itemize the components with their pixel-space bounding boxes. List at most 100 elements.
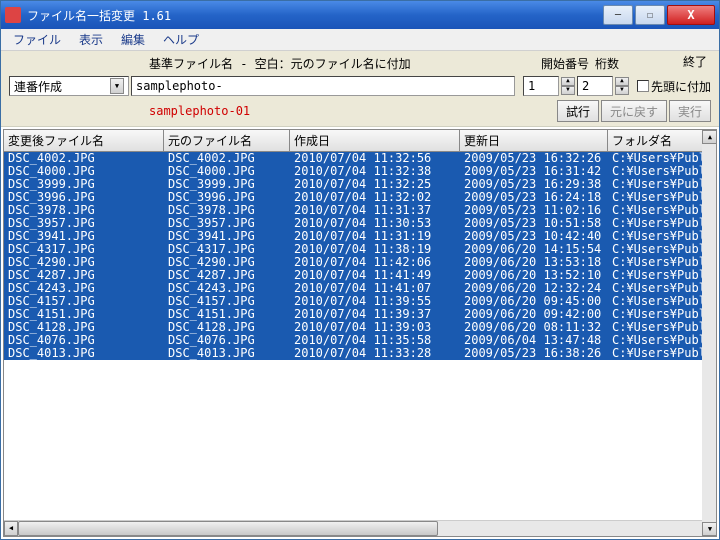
maximize-button[interactable]: ☐ [635, 5, 665, 25]
cell: DSC_4157.JPG [4, 295, 164, 308]
cell: C:¥Users¥Public [608, 230, 708, 243]
cell: C:¥Users¥Public [608, 282, 708, 295]
cell: DSC_3941.JPG [164, 230, 290, 243]
cell: 2009/05/23 16:24:18 [460, 191, 608, 204]
cell: DSC_4317.JPG [164, 243, 290, 256]
table-row[interactable]: DSC_3957.JPGDSC_3957.JPG2010/07/04 11:30… [4, 217, 716, 230]
table-row[interactable]: DSC_4287.JPGDSC_4287.JPG2010/07/04 11:41… [4, 269, 716, 282]
menu-file[interactable]: ファイル [5, 29, 69, 50]
chevron-down-icon[interactable]: ▼ [110, 78, 124, 94]
menu-help[interactable]: ヘルプ [155, 29, 207, 50]
menu-edit[interactable]: 編集 [113, 29, 153, 50]
cell: 2009/06/04 13:47:48 [460, 334, 608, 347]
table-row[interactable]: DSC_4157.JPGDSC_4157.JPG2010/07/04 11:39… [4, 295, 716, 308]
cell: DSC_4013.JPG [4, 347, 164, 360]
cell: C:¥Users¥Public [608, 191, 708, 204]
table-row[interactable]: DSC_4002.JPGDSC_4002.JPG2010/07/04 11:32… [4, 152, 716, 165]
table-row[interactable]: DSC_3941.JPGDSC_3941.JPG2010/07/04 11:31… [4, 230, 716, 243]
cell: 2010/07/04 11:32:38 [290, 165, 460, 178]
cell: 2009/06/20 14:15:54 [460, 243, 608, 256]
table-row[interactable]: DSC_4317.JPGDSC_4317.JPG2010/07/04 11:38… [4, 243, 716, 256]
close-button[interactable]: X [667, 5, 715, 25]
start-number-label: 開始番号 [541, 55, 589, 72]
prefix-checkbox[interactable]: 先頭に付加 [637, 78, 711, 95]
digits-label: 桁数 [595, 55, 619, 72]
cell: DSC_4243.JPG [4, 282, 164, 295]
cell: DSC_3957.JPG [4, 217, 164, 230]
table-body[interactable]: DSC_4002.JPGDSC_4002.JPG2010/07/04 11:32… [4, 152, 716, 520]
cell: C:¥Users¥Public [608, 295, 708, 308]
table-row[interactable]: DSC_3996.JPGDSC_3996.JPG2010/07/04 11:32… [4, 191, 716, 204]
table-row[interactable]: DSC_4243.JPGDSC_4243.JPG2010/07/04 11:41… [4, 282, 716, 295]
table-row[interactable]: DSC_4000.JPGDSC_4000.JPG2010/07/04 11:32… [4, 165, 716, 178]
digits-input[interactable]: 2 [577, 76, 613, 96]
col-new-name[interactable]: 変更後ファイル名 [4, 130, 164, 151]
digits-spinner[interactable]: ▲▼ [615, 77, 629, 95]
table-row[interactable]: DSC_3978.JPGDSC_3978.JPG2010/07/04 11:31… [4, 204, 716, 217]
cell: 2009/06/20 09:42:00 [460, 308, 608, 321]
table-row[interactable]: DSC_4290.JPGDSC_4290.JPG2010/07/04 11:42… [4, 256, 716, 269]
horizontal-scrollbar[interactable]: ◀ ▶ [4, 520, 716, 536]
cell: DSC_3996.JPG [164, 191, 290, 204]
exit-label[interactable]: 終了 [683, 53, 707, 70]
start-number-input[interactable]: 1 [523, 76, 559, 96]
cell: 2010/07/04 11:31:19 [290, 230, 460, 243]
cell: DSC_3978.JPG [164, 204, 290, 217]
col-created[interactable]: 作成日 [290, 130, 460, 151]
cell: 2010/07/04 11:42:06 [290, 256, 460, 269]
cell: DSC_3999.JPG [4, 178, 164, 191]
cell: 2010/07/04 11:35:58 [290, 334, 460, 347]
table-header: 変更後ファイル名 元のファイル名 作成日 更新日 フォルダ名 [4, 130, 716, 152]
cell: 2009/06/20 09:45:00 [460, 295, 608, 308]
cell: DSC_4076.JPG [4, 334, 164, 347]
titlebar[interactable]: ファイル名一括変更 1.61 ─ ☐ X [1, 1, 719, 29]
cell: 2009/06/20 08:11:32 [460, 321, 608, 334]
cell: DSC_4128.JPG [164, 321, 290, 334]
scroll-left-icon[interactable]: ◀ [4, 521, 18, 536]
cell: DSC_4287.JPG [164, 269, 290, 282]
menubar: ファイル 表示 編集 ヘルプ [1, 29, 719, 51]
cell: C:¥Users¥Public [608, 243, 708, 256]
cell: 2010/07/04 11:32:25 [290, 178, 460, 191]
cell: 2009/06/20 13:52:10 [460, 269, 608, 282]
col-modified[interactable]: 更新日 [460, 130, 608, 151]
vertical-scrollbar[interactable]: ▲ ▼ [702, 130, 717, 536]
cell: C:¥Users¥Public [608, 256, 708, 269]
minimize-button[interactable]: ─ [603, 5, 633, 25]
cell: DSC_4290.JPG [164, 256, 290, 269]
cell: 2010/07/04 11:39:55 [290, 295, 460, 308]
scroll-up-icon[interactable]: ▲ [702, 130, 717, 144]
undo-button[interactable]: 元に戻す [601, 100, 667, 122]
window-title: ファイル名一括変更 1.61 [27, 7, 603, 24]
table-row[interactable]: DSC_4076.JPGDSC_4076.JPG2010/07/04 11:35… [4, 334, 716, 347]
cell: DSC_4000.JPG [164, 165, 290, 178]
basefile-input[interactable]: samplephoto- [131, 76, 515, 96]
table-row[interactable]: DSC_3999.JPGDSC_3999.JPG2010/07/04 11:32… [4, 178, 716, 191]
cell: 2009/05/23 16:32:26 [460, 152, 608, 165]
menu-view[interactable]: 表示 [71, 29, 111, 50]
cell: DSC_3999.JPG [164, 178, 290, 191]
app-window: ファイル名一括変更 1.61 ─ ☐ X ファイル 表示 編集 ヘルプ 終了 基… [0, 0, 720, 540]
cell: DSC_4151.JPG [4, 308, 164, 321]
cell: C:¥Users¥Public [608, 321, 708, 334]
scroll-down-icon[interactable]: ▼ [702, 522, 717, 536]
col-old-name[interactable]: 元のファイル名 [164, 130, 290, 151]
execute-button[interactable]: 実行 [669, 100, 711, 122]
try-button[interactable]: 試行 [557, 100, 599, 122]
mode-combo[interactable]: 連番作成 ▼ [9, 76, 129, 96]
cell: C:¥Users¥Public [608, 152, 708, 165]
cell: 2010/07/04 11:31:37 [290, 204, 460, 217]
cell: C:¥Users¥Public [608, 165, 708, 178]
start-number-spinner[interactable]: ▲▼ [561, 77, 575, 95]
col-folder[interactable]: フォルダ名 [608, 130, 708, 151]
cell: 2009/06/20 12:32:24 [460, 282, 608, 295]
table-row[interactable]: DSC_4128.JPGDSC_4128.JPG2010/07/04 11:39… [4, 321, 716, 334]
scrollbar-thumb[interactable] [18, 521, 438, 536]
cell: DSC_4002.JPG [4, 152, 164, 165]
cell: DSC_4002.JPG [164, 152, 290, 165]
table-row[interactable]: DSC_4151.JPGDSC_4151.JPG2010/07/04 11:39… [4, 308, 716, 321]
app-icon [5, 7, 21, 23]
cell: 2009/05/23 10:42:40 [460, 230, 608, 243]
cell: DSC_3978.JPG [4, 204, 164, 217]
table-row[interactable]: DSC_4013.JPGDSC_4013.JPG2010/07/04 11:33… [4, 347, 716, 360]
